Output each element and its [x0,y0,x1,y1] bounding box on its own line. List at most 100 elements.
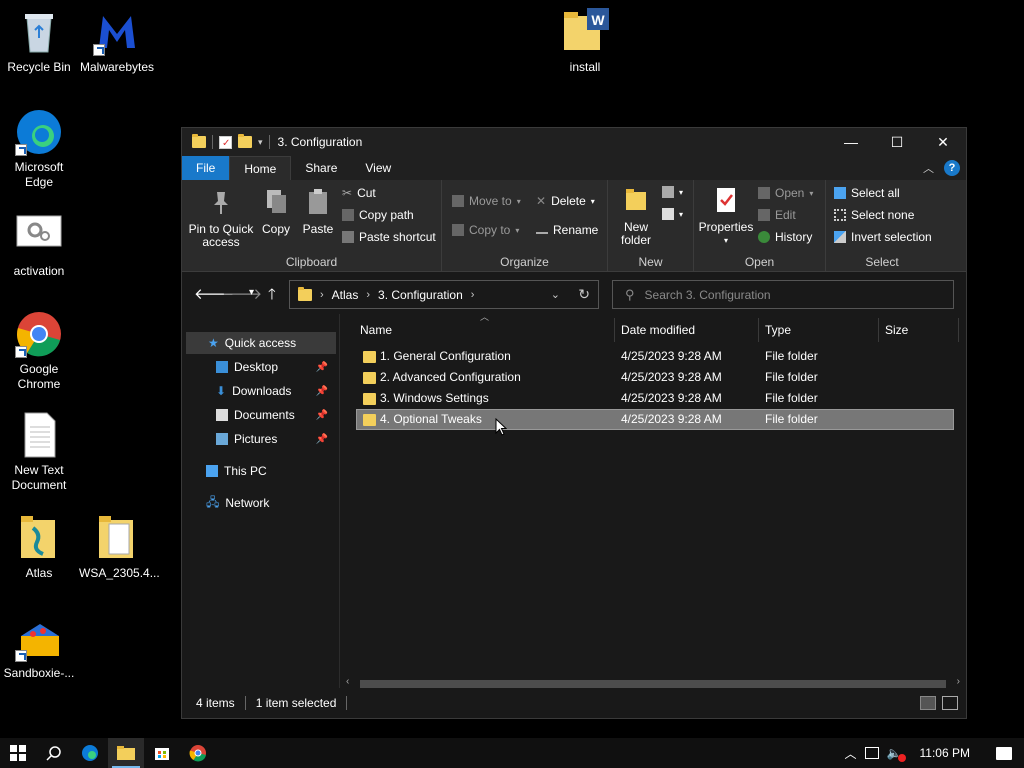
nav-pictures[interactable]: Pictures 📌 [186,428,336,450]
scroll-left-icon[interactable]: ‹ [346,676,349,687]
maximize-button[interactable]: ☐ [874,128,920,156]
notifications-icon[interactable] [996,746,1012,760]
address-bar[interactable]: › Atlas › 3. Configuration › ⌄ ↻ [289,280,599,309]
new-folder-icon[interactable] [238,134,252,148]
invert-selection-button[interactable]: Invert selection [834,230,932,244]
nav-quick-access[interactable]: ★ Quick access [186,332,336,354]
easy-access-button[interactable]: ▾ [662,208,683,220]
taskbar-edge[interactable] [72,738,108,768]
volume-muted-icon[interactable]: 🔈 [887,746,906,762]
table-row[interactable]: 2. Advanced Configuration 4/25/2023 9:28… [356,367,954,388]
column-header-size[interactable]: Size [885,318,955,342]
desktop-icon-atlas[interactable]: Atlas [1,514,77,581]
up-button[interactable]: 🡑 [268,284,276,309]
desktop-icon-malwarebytes[interactable]: Malwarebytes [79,8,155,75]
scroll-right-icon[interactable]: › [957,676,960,687]
item-count: 4 items [196,696,235,710]
desktop-icon-google-chrome[interactable]: Google Chrome [1,310,77,392]
column-header-name[interactable]: Name [360,318,610,342]
copy-path-icon [342,209,354,221]
start-button[interactable] [0,738,36,768]
desktop-icon-recycle-bin[interactable]: Recycle Bin [1,8,77,75]
taskbar-store[interactable] [144,738,180,768]
table-row[interactable]: 1. General Configuration 4/25/2023 9:28 … [356,346,954,367]
clock[interactable]: 11:06 PM [920,746,970,760]
desktop-icon-label: Malwarebytes [79,60,155,74]
desktop-icon-sandboxie[interactable]: Sandboxie-... [1,614,77,681]
desktop-icon-install[interactable]: W install [547,8,623,75]
taskbar-chrome[interactable] [180,738,216,768]
recent-locations-button[interactable]: ▾ [249,287,254,298]
paste-button[interactable]: Paste [298,188,338,236]
delete-button[interactable]: ✕ Delete ▾ [536,194,595,208]
edit-button[interactable]: Edit [758,208,796,222]
minimize-button[interactable]: — [828,128,874,156]
pin-icon [214,192,228,214]
taskbar-file-explorer[interactable] [108,738,144,768]
copy-to-button[interactable]: Copy to ▾ [452,223,519,237]
pin-icon[interactable]: 📌 [316,434,328,445]
pin-icon[interactable]: 📌 [316,410,328,421]
pin-icon[interactable]: 📌 [316,386,328,397]
rename-button[interactable]: Rename [536,223,598,237]
history-button[interactable]: History [758,230,812,244]
network-status-icon[interactable] [864,747,879,759]
column-header-date[interactable]: Date modified [621,318,757,342]
desktop-icon-activation[interactable]: activation [1,212,77,279]
details-view-icon[interactable] [920,696,936,710]
new-folder-button[interactable]: New folder [614,186,658,247]
close-button[interactable]: ✕ [920,128,966,156]
paste-shortcut-button[interactable]: Paste shortcut [342,230,436,244]
desktop-icon-label: Microsoft Edge [14,160,64,189]
collapse-ribbon-icon[interactable]: ︿ [923,160,934,176]
large-icons-view-icon[interactable] [942,696,958,710]
breadcrumb-configuration[interactable]: 3. Configuration [378,288,463,302]
nav-downloads[interactable]: ⬇ Downloads 📌 [186,380,336,402]
chevron-down-icon[interactable]: ▾ [258,137,263,148]
select-all-button[interactable]: Select all [834,186,900,200]
properties-checkmark-icon[interactable]: ✓ [219,135,232,149]
invert-selection-icon [834,231,846,243]
nav-desktop[interactable]: Desktop 📌 [186,356,336,378]
column-header-type[interactable]: Type [765,318,875,342]
chevron-up-icon[interactable]: ︿ [845,745,857,762]
nav-documents[interactable]: Documents 📌 [186,404,336,426]
cut-button[interactable]: ✂ Cut [342,186,376,200]
desktop-icon-new-text-document[interactable]: New Text Document [1,411,77,493]
address-dropdown-icon[interactable]: ⌄ [551,288,560,301]
pin-icon[interactable]: 📌 [316,362,328,373]
file-type: File folder [765,370,818,384]
search-button[interactable] [36,738,72,768]
nav-this-pc[interactable]: This PC [186,460,336,482]
tab-file[interactable]: File [182,156,230,180]
help-button[interactable]: ? [944,160,960,176]
tab-home[interactable]: Home [229,156,292,180]
refresh-icon[interactable]: ↻ [578,286,590,303]
chrome-icon [15,310,63,358]
select-none-button[interactable]: Select none [834,208,914,222]
tab-view[interactable]: View [351,156,405,180]
open-button[interactable]: Open ▾ [758,186,813,200]
title-bar[interactable]: ✓ ▾ 3. Configuration — ☐ ✕ [182,128,966,156]
search-box[interactable]: ⚲ Search 3. Configuration [612,280,954,309]
table-row[interactable]: 3. Windows Settings 4/25/2023 9:28 AM Fi… [356,388,954,409]
forward-button[interactable]: 🡒 [222,284,262,303]
properties-button[interactable]: Properties ▾ [696,186,756,247]
search-input[interactable]: Search 3. Configuration [645,288,771,302]
chevron-right-icon: › [320,288,324,301]
desktop-icon-microsoft-edge[interactable]: Microsoft Edge [1,108,77,190]
copy-path-button[interactable]: Copy path [342,208,414,222]
nav-network[interactable]: 🖧 Network [186,492,336,514]
move-to-button[interactable]: Move to ▾ [452,194,521,208]
desktop-icon-wsa[interactable]: WSA_2305.4... [79,514,160,581]
shortcut-arrow-icon [15,346,27,358]
pin-to-quick-access-button[interactable]: Pin to Quick access [188,188,254,249]
breadcrumb-atlas[interactable]: Atlas [332,288,359,302]
copy-button[interactable]: Copy [258,188,294,236]
organize-group: Move to ▾ Copy to ▾ ✕ Delete ▾ Rename Organ… [442,180,608,272]
new-item-button[interactable]: ▾ [662,186,683,198]
tab-share[interactable]: Share [291,156,351,180]
taskbar: ︿ 🔈 11:06 PM [0,738,1024,768]
edge-icon [82,745,98,761]
table-row-selected[interactable]: 4. Optional Tweaks 4/25/2023 9:28 AM Fil… [356,409,954,436]
